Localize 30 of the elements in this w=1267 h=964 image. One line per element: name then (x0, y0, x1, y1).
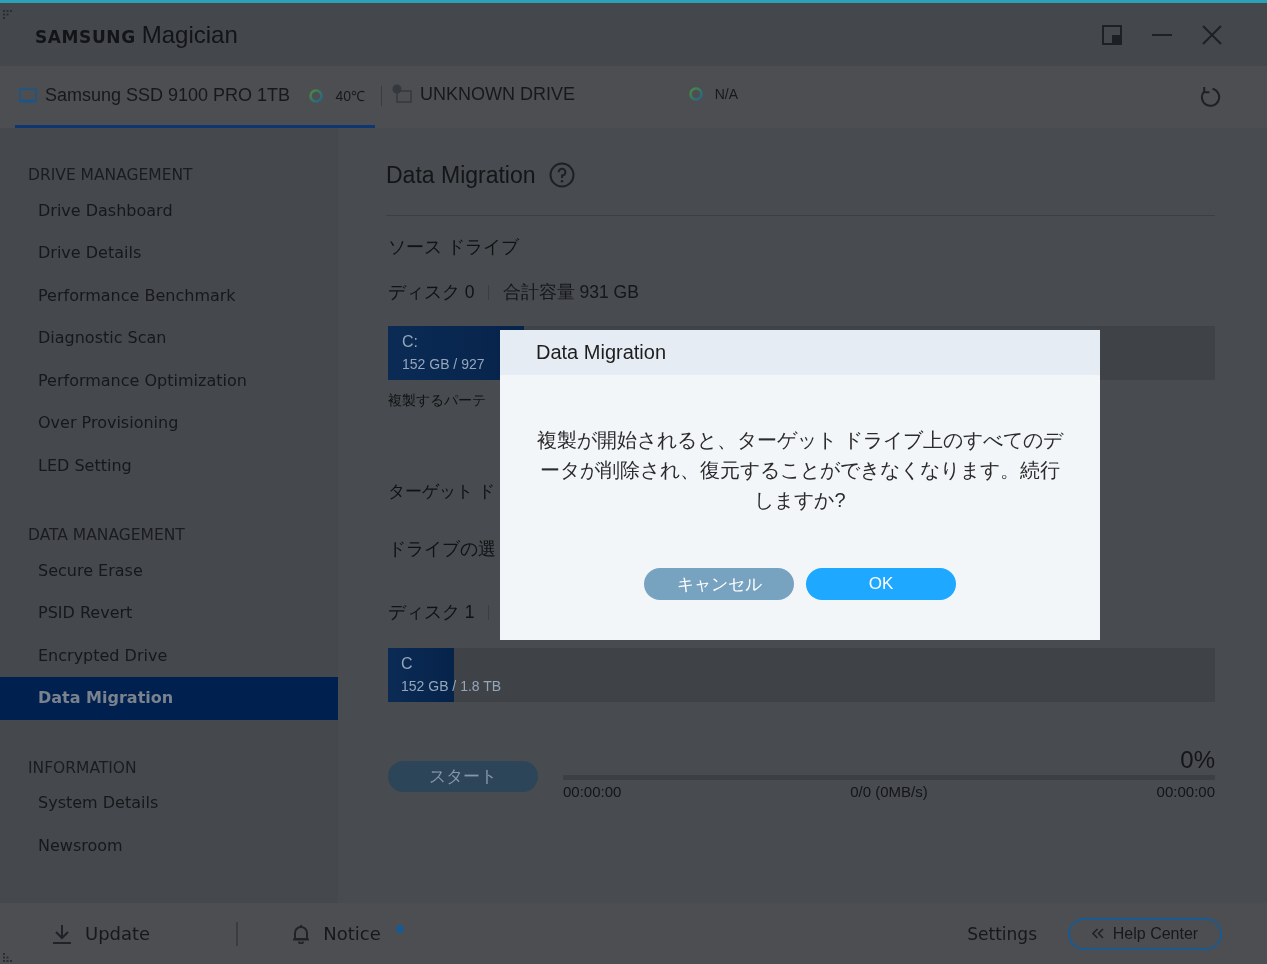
partition-usage: 152 GB / 1.8 TB (401, 677, 502, 695)
cancel-button[interactable]: キャンセル (644, 568, 794, 600)
download-icon (53, 923, 71, 944)
grip-icon (3, 953, 12, 962)
sidebar-item[interactable]: Data Migration (0, 677, 338, 720)
bell-icon (292, 923, 311, 944)
chevrons-icon (1091, 928, 1104, 939)
help-icon[interactable] (548, 162, 575, 188)
page-title: Data Migration (386, 161, 536, 189)
partition-bar[interactable]: C 152 GB / 1.8 TB (388, 648, 1215, 702)
section-heading: ソース ドライブ (387, 236, 519, 259)
partition-name: C (401, 655, 413, 673)
partition-usage: 152 GB / 927 (402, 355, 485, 373)
close-icon[interactable] (1202, 24, 1222, 45)
refresh-icon[interactable] (1199, 86, 1221, 108)
status-ring-icon (688, 87, 703, 101)
settings-link[interactable]: Settings (967, 923, 1037, 944)
ok-button[interactable]: OK (806, 568, 956, 600)
progress-percent: 0% (1180, 746, 1215, 774)
section-heading: ターゲット ド (387, 481, 495, 503)
field-label: ドライブの選 (387, 538, 496, 561)
partition-name: C: (402, 333, 418, 351)
monitor-icon (19, 88, 37, 103)
dialog-message: 複製が開始されると、ターゲット ドライブ上のすべてのデータが削除され、復元することができなくなります。続行しますか? (536, 428, 1065, 513)
restore-icon[interactable] (1102, 24, 1122, 45)
grip-icon (3, 10, 12, 19)
status-ring-icon (309, 88, 324, 103)
temperature-label: 40℃ (335, 87, 365, 105)
notice-button[interactable]: Notice (292, 923, 381, 944)
dialog-title: Data Migration (536, 341, 667, 364)
